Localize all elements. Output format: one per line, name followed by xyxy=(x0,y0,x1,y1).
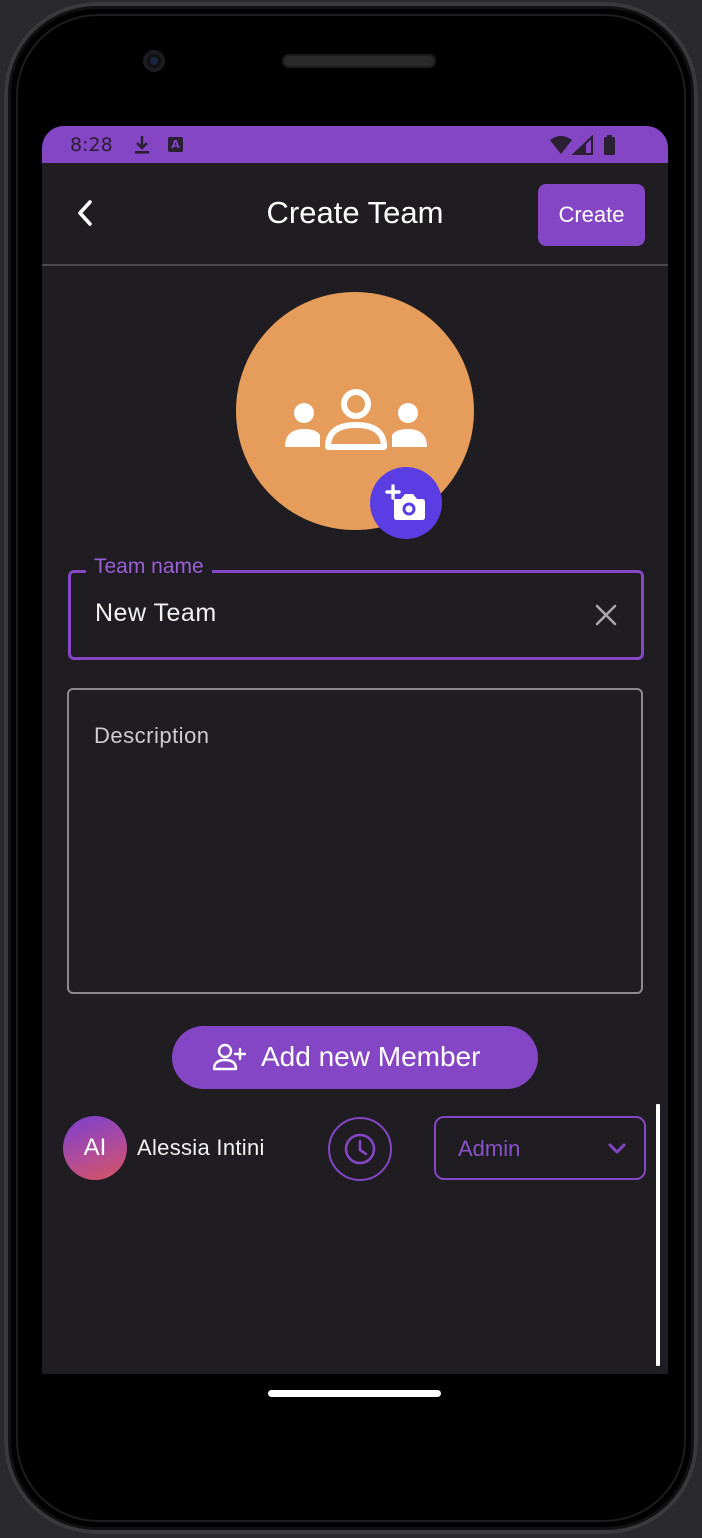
team-name-field[interactable]: New Team xyxy=(68,570,644,660)
status-time: 8:28 xyxy=(70,134,113,156)
front-camera xyxy=(143,50,165,72)
add-photo-button[interactable] xyxy=(370,467,442,539)
earpiece-speaker xyxy=(282,54,436,68)
member-clock-button[interactable] xyxy=(328,1117,392,1181)
scrollbar[interactable] xyxy=(656,1104,660,1366)
battery-icon xyxy=(604,137,615,155)
add-member-button[interactable]: Add new Member xyxy=(172,1026,538,1089)
role-dropdown[interactable]: Admin xyxy=(434,1116,646,1180)
add-member-label: Add new Member xyxy=(261,1041,481,1072)
team-name-value[interactable]: New Team xyxy=(95,599,217,628)
member-name: Alessia Intini xyxy=(137,1135,265,1160)
close-icon[interactable] xyxy=(593,602,619,628)
status-bar: 8:28 A xyxy=(42,126,668,163)
create-button[interactable]: Create xyxy=(538,184,645,246)
app-bar: Create Team Create xyxy=(42,163,668,266)
download-icon xyxy=(135,136,149,154)
clock-icon xyxy=(344,1133,376,1165)
member-row: AI Alessia Intini Admin xyxy=(42,1108,668,1188)
groups-icon xyxy=(285,389,427,450)
team-name-label: Team name xyxy=(86,555,212,579)
home-indicator[interactable] xyxy=(268,1390,441,1397)
app-screen: 8:28 A Create Team Create New Team Team … xyxy=(42,126,668,1374)
chevron-down-icon xyxy=(608,1143,626,1154)
a-app-icon: A xyxy=(168,137,183,152)
add-a-photo-icon xyxy=(385,484,425,520)
role-value: Admin xyxy=(458,1136,521,1161)
description-field[interactable]: Description xyxy=(67,688,643,994)
avatar: AI xyxy=(63,1116,127,1180)
person-add-icon xyxy=(212,1043,246,1071)
description-placeholder: Description xyxy=(94,723,210,748)
status-right-icons xyxy=(550,134,615,155)
wifi-icon xyxy=(550,136,572,154)
